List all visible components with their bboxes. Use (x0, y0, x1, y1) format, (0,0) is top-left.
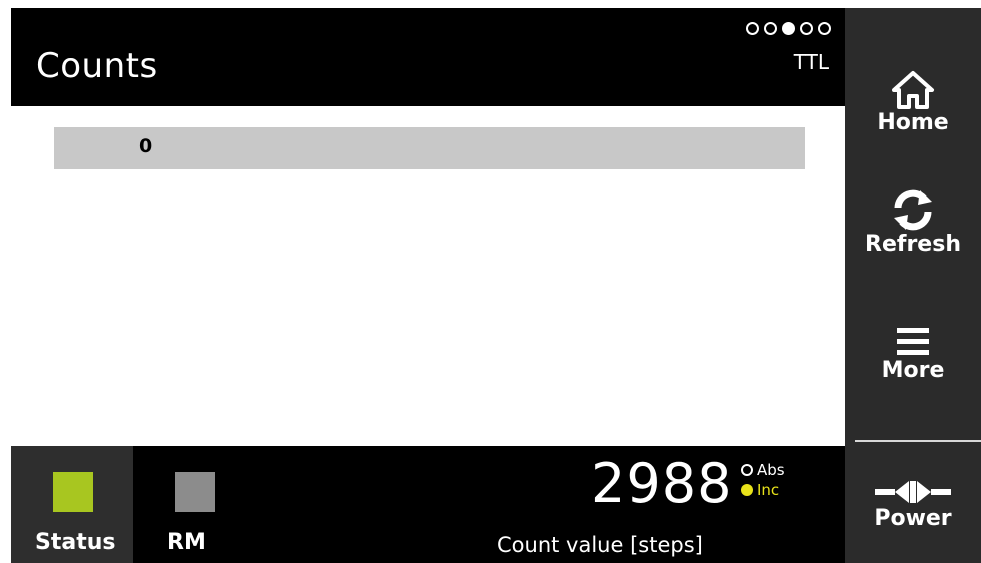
refresh-button[interactable]: Refresh (845, 188, 981, 257)
value-field-text: 0 (139, 135, 153, 157)
refresh-icon (894, 189, 932, 231)
power-button[interactable]: Power (845, 478, 981, 531)
more-button[interactable]: More (845, 326, 981, 383)
main-content: 0 (11, 106, 845, 446)
rm-swatch (175, 472, 215, 512)
page-title: Counts (36, 46, 158, 86)
count-value: 2988 (591, 452, 733, 515)
page-dot-active[interactable] (782, 22, 795, 35)
abs-indicator-icon (741, 464, 753, 476)
inc-label: Inc (757, 481, 780, 499)
tab-rm[interactable]: RM (135, 446, 257, 563)
power-connector-icon (875, 481, 951, 503)
inc-indicator-icon (741, 484, 753, 496)
page-dot[interactable] (818, 22, 831, 35)
page-dot[interactable] (800, 22, 813, 35)
app-frame: Counts TTL 0 Status RM 2988 Abs Inc Coun… (11, 8, 981, 563)
sidebar: Home Refresh More Power (845, 8, 981, 563)
home-label: Home (877, 110, 949, 135)
menu-icon (897, 328, 929, 355)
header: Counts TTL (11, 8, 845, 106)
page-dot[interactable] (746, 22, 759, 35)
abs-label: Abs (757, 461, 785, 479)
abs-row: Abs (741, 460, 785, 480)
tab-status[interactable]: Status (11, 446, 133, 563)
status-swatch (53, 472, 93, 512)
tab-rm-label: RM (167, 530, 206, 555)
home-icon (892, 71, 934, 109)
value-field: 0 (54, 127, 805, 169)
count-caption: Count value [steps] (497, 533, 703, 557)
page-dot[interactable] (764, 22, 777, 35)
home-button[interactable]: Home (845, 70, 981, 135)
inc-row: Inc (741, 480, 785, 500)
page-indicator (746, 22, 831, 35)
tab-status-label: Status (35, 530, 116, 555)
reference-indicator[interactable]: Abs Inc (741, 460, 785, 500)
interface-mode-label: TTL (793, 50, 829, 74)
sidebar-divider (855, 440, 981, 442)
more-label: More (881, 358, 945, 383)
status-bar: Status RM 2988 Abs Inc Count value [step… (11, 446, 845, 563)
power-label: Power (874, 506, 952, 531)
refresh-label: Refresh (865, 232, 961, 257)
